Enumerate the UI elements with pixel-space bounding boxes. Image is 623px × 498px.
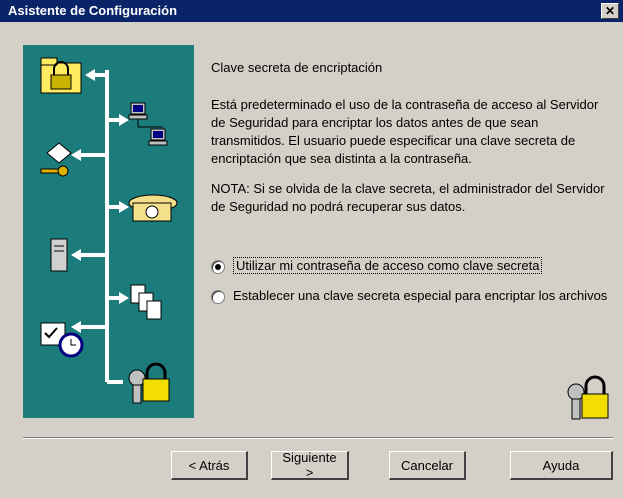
help-button[interactable]: Ayuda [510, 451, 613, 480]
documents-icon [130, 284, 162, 320]
keys-padlock-icon [566, 374, 610, 425]
option-use-password-label[interactable]: Utilizar mi contraseña de acceso como cl… [233, 257, 543, 274]
keys-lock-icon [128, 362, 170, 404]
close-button[interactable]: ✕ [601, 3, 619, 19]
cancel-button[interactable]: Cancelar [389, 451, 466, 480]
window-title: Asistente de Configuración [8, 3, 178, 18]
button-separator [23, 437, 613, 439]
option-special-key[interactable]: Establecer una clave secreta especial pa… [211, 287, 611, 305]
telephone-icon [128, 194, 178, 222]
server-icon [50, 238, 68, 272]
folder-lock-icon [40, 57, 82, 94]
radio-special-key[interactable] [211, 290, 225, 304]
page-heading: Clave secreta de encriptación [211, 60, 383, 75]
radio-use-password[interactable] [211, 260, 225, 274]
option-special-key-label[interactable]: Establecer una clave secreta especial pa… [233, 287, 607, 305]
option-use-password[interactable]: Utilizar mi contraseña de acceso como cl… [211, 257, 543, 274]
network-computers-icon [128, 102, 168, 146]
note-text: NOTA: Si se olvida de la clave secreta, … [211, 181, 605, 214]
title-bar[interactable]: Asistente de Configuración ✕ [0, 0, 623, 22]
user-key-icon [40, 142, 72, 177]
back-button[interactable]: < Atrás [171, 451, 248, 480]
wizard-illustration-panel [23, 45, 194, 418]
wizard-illustration [40, 57, 178, 404]
next-button[interactable]: Siguiente > [271, 450, 349, 480]
description-text: Está predeterminado el uso de la contras… [211, 97, 599, 166]
